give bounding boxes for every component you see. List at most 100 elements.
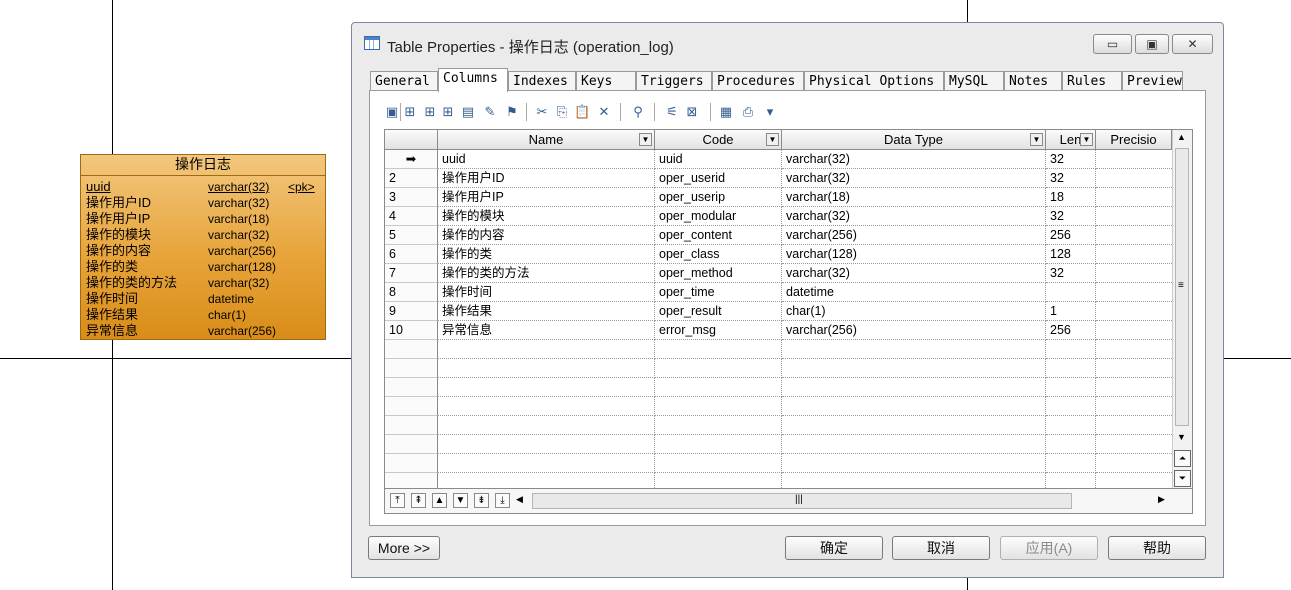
magic-icon[interactable]: ⚑ <box>504 104 520 120</box>
table-row[interactable] <box>385 416 1172 435</box>
page-up-button[interactable]: ⏶ <box>1174 450 1191 467</box>
row-number[interactable] <box>385 435 438 454</box>
copy-icon[interactable]: ⎘ <box>554 104 570 120</box>
cell-name[interactable] <box>438 397 655 416</box>
column-header-name[interactable]: Name <box>438 130 655 150</box>
print-icon[interactable]: ⎙ <box>740 104 756 120</box>
cell-type[interactable]: varchar(256) <box>782 226 1046 245</box>
cell-type[interactable]: varchar(128) <box>782 245 1046 264</box>
cell-len[interactable]: 32 <box>1046 150 1096 169</box>
row-number[interactable]: 7 <box>385 264 438 283</box>
domain-icon[interactable]: ▤ <box>460 104 476 120</box>
cell-type[interactable]: varchar(18) <box>782 188 1046 207</box>
cell-type[interactable]: varchar(32) <box>782 264 1046 283</box>
cell-type[interactable]: varchar(256) <box>782 321 1046 340</box>
vertical-scrollbar[interactable]: ▲ ≡ ▼ ⏶ ⏷ <box>1172 130 1192 490</box>
cell-len[interactable] <box>1046 397 1096 416</box>
minimize-button[interactable]: ▭ <box>1093 34 1132 54</box>
move-first-icon[interactable]: ⤒ <box>390 493 405 508</box>
cell-code[interactable]: oper_time <box>655 283 782 302</box>
move-page-down-icon[interactable]: ⇟ <box>474 493 489 508</box>
cell-code[interactable] <box>655 359 782 378</box>
paste-icon[interactable]: 📋 <box>574 104 590 120</box>
move-page-up-icon[interactable]: ⇞ <box>411 493 426 508</box>
insert-row-icon[interactable]: ⊞ <box>422 104 438 120</box>
cell-code[interactable]: oper_result <box>655 302 782 321</box>
cell-len[interactable] <box>1046 340 1096 359</box>
page-down-button[interactable]: ⏷ <box>1174 470 1191 487</box>
table-row[interactable]: 4 操作的模块 oper_modular varchar(32) 32 <box>385 207 1172 226</box>
cell-type[interactable]: datetime <box>782 283 1046 302</box>
row-number[interactable]: 5 <box>385 226 438 245</box>
cell-len[interactable] <box>1046 283 1096 302</box>
scroll-right-arrow-icon[interactable]: ▶ <box>1158 494 1165 505</box>
cell-precision[interactable] <box>1096 264 1172 283</box>
dropdown-icon[interactable]: ▾ <box>762 104 778 120</box>
row-number[interactable]: 10 <box>385 321 438 340</box>
cell-precision[interactable] <box>1096 245 1172 264</box>
columns-grid[interactable]: 10 异常信息 error_msg varchar(256) 256 9 操作结果 oper_… <box>384 129 1193 514</box>
cell-code[interactable] <box>655 416 782 435</box>
cancel-button[interactable]: 取消 <box>892 536 990 560</box>
excel-export-icon[interactable]: ▦ <box>718 104 734 120</box>
cell-precision[interactable] <box>1096 416 1172 435</box>
delete-icon[interactable]: ✕ <box>596 104 612 120</box>
tab-general[interactable]: General <box>370 71 438 91</box>
table-row[interactable]: 5 操作的内容 oper_content varchar(256) 256 <box>385 226 1172 245</box>
cell-len[interactable]: 1 <box>1046 302 1096 321</box>
cell-name[interactable] <box>438 359 655 378</box>
cell-code[interactable]: oper_method <box>655 264 782 283</box>
table-row[interactable]: 9 操作结果 oper_result char(1) 1 <box>385 302 1172 321</box>
cell-len[interactable]: 256 <box>1046 226 1096 245</box>
cell-code[interactable] <box>655 378 782 397</box>
row-number[interactable] <box>385 359 438 378</box>
cell-code[interactable]: oper_userip <box>655 188 782 207</box>
move-up-icon[interactable]: ▲ <box>432 493 447 508</box>
title-bar[interactable]: Table Properties - 操作日志 (operation_log) … <box>352 23 1223 67</box>
cell-precision[interactable] <box>1096 226 1172 245</box>
table-row[interactable]: 2 操作用户ID oper_userid varchar(32) 32 <box>385 169 1172 188</box>
row-number[interactable]: 6 <box>385 245 438 264</box>
cell-len[interactable]: 18 <box>1046 188 1096 207</box>
row-number[interactable] <box>385 454 438 473</box>
cell-len[interactable] <box>1046 435 1096 454</box>
find-icon[interactable]: ⚲ <box>630 104 646 120</box>
tab-columns[interactable]: Columns <box>438 68 508 92</box>
column-header-type[interactable]: Data Type <box>782 130 1046 150</box>
cell-precision[interactable] <box>1096 207 1172 226</box>
cell-code[interactable] <box>655 454 782 473</box>
row-number[interactable]: 3 <box>385 188 438 207</box>
row-number[interactable]: 9 <box>385 302 438 321</box>
tab-keys[interactable]: Keys <box>576 71 636 91</box>
chevron-down-icon[interactable]: ▼ <box>766 133 779 146</box>
tab-rules[interactable]: Rules <box>1062 71 1122 91</box>
row-number[interactable] <box>385 416 438 435</box>
cell-len[interactable] <box>1046 416 1096 435</box>
help-button[interactable]: 帮助 <box>1108 536 1206 560</box>
cell-type[interactable] <box>782 435 1046 454</box>
chevron-down-icon[interactable]: ▼ <box>639 133 652 146</box>
cell-name[interactable]: 操作的类 <box>438 245 655 264</box>
row-number[interactable] <box>385 397 438 416</box>
reuse-icon[interactable]: ✎ <box>482 104 498 120</box>
cell-type[interactable] <box>782 359 1046 378</box>
row-number[interactable] <box>385 378 438 397</box>
cell-type[interactable] <box>782 340 1046 359</box>
add-columns-icon[interactable]: ⊞ <box>440 104 456 120</box>
cell-len[interactable]: 256 <box>1046 321 1096 340</box>
row-number[interactable]: 8 <box>385 283 438 302</box>
cell-type[interactable] <box>782 397 1046 416</box>
column-header-code[interactable]: Code <box>655 130 782 150</box>
table-row[interactable]: ➡ uuid uuid varchar(32) 32 <box>385 150 1172 169</box>
tab-physical-options[interactable]: Physical Options <box>804 71 944 91</box>
properties-icon[interactable]: ▣ <box>384 104 400 120</box>
cell-name[interactable] <box>438 378 655 397</box>
maximize-button[interactable]: ▣ <box>1135 34 1169 54</box>
cell-name[interactable] <box>438 435 655 454</box>
table-row[interactable]: 7 操作的类的方法 oper_method varchar(32) 32 <box>385 264 1172 283</box>
apply-button[interactable]: 应用(A) <box>1000 536 1098 560</box>
cell-type[interactable]: char(1) <box>782 302 1046 321</box>
cell-precision[interactable] <box>1096 302 1172 321</box>
cell-type[interactable] <box>782 454 1046 473</box>
scroll-left-arrow-icon[interactable]: ◀ <box>516 494 523 505</box>
